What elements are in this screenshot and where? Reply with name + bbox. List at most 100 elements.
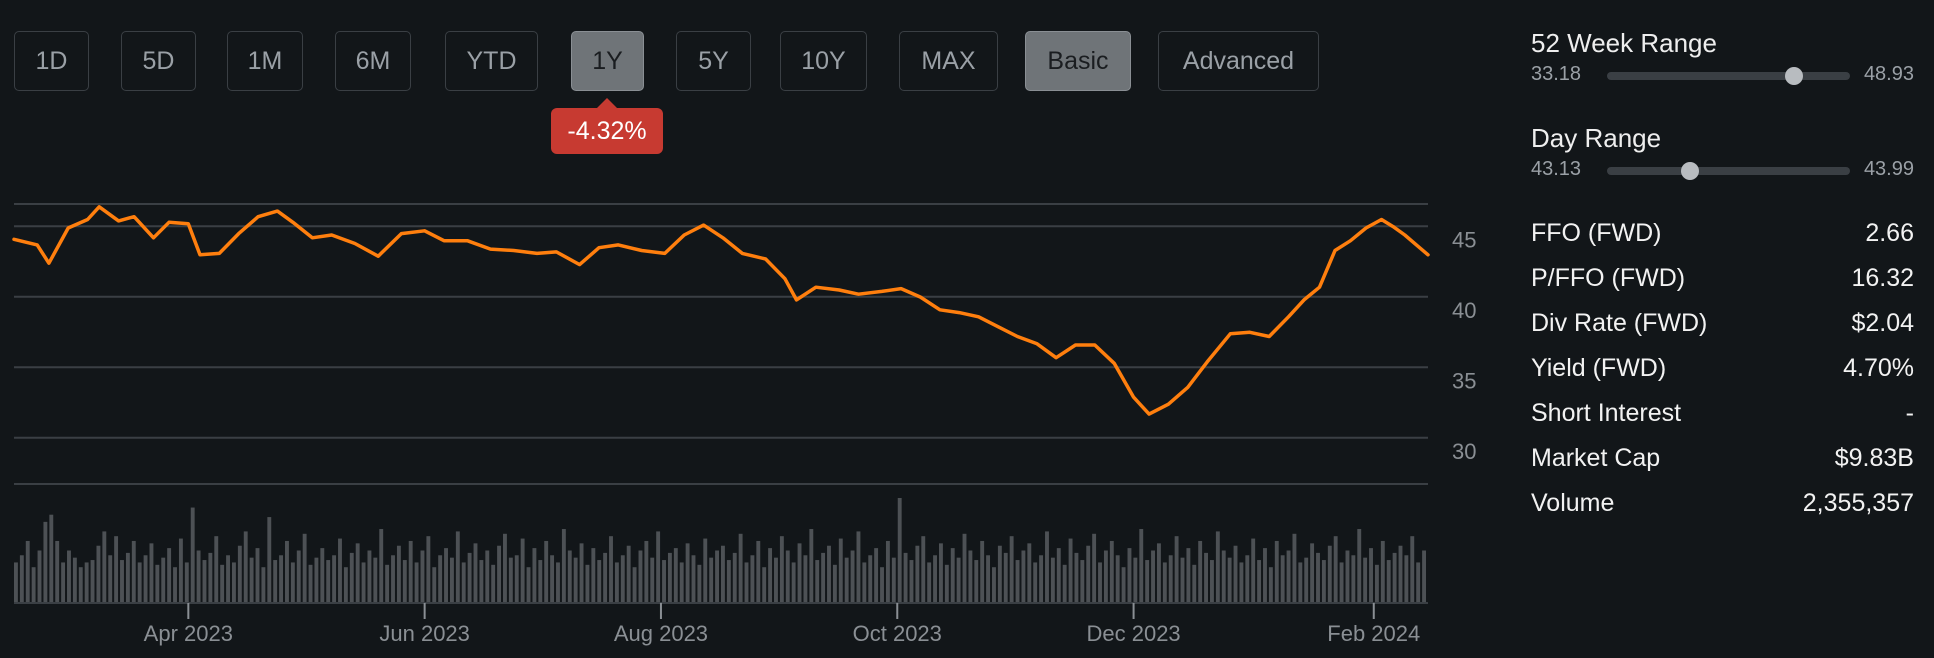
volume-bar (1086, 545, 1091, 603)
stat-label: Market Cap (1531, 444, 1661, 472)
volume-bar (827, 545, 831, 603)
range-button-1d[interactable]: 1D (14, 31, 89, 91)
volume-bar (131, 540, 136, 603)
volume-bar (1186, 548, 1191, 603)
volume-bar (585, 564, 590, 603)
volume-bar (1009, 536, 1014, 603)
volume-bar (1274, 540, 1279, 603)
stat-value: 16.32 (1851, 264, 1914, 292)
volume-bar (55, 540, 60, 603)
volume-bar (1062, 564, 1067, 603)
range-button-5y[interactable]: 5Y (676, 31, 751, 91)
price-chart: 30 35 40 45 Apr 2023 Jun 2023 Aug 2023 Oct 2023… (12, 203, 1476, 646)
change-badge: -4.32% (551, 98, 663, 154)
stat-value: 2.66 (1865, 219, 1914, 247)
range-button-5d[interactable]: 5D (121, 31, 196, 91)
stat-row-volume: Volume 2,355,357 (1531, 489, 1914, 529)
stat-label: P/FFO (FWD) (1531, 264, 1686, 292)
volume-bar (273, 560, 278, 603)
range-button-6m[interactable]: 6M (335, 31, 411, 91)
volume-bar (1280, 555, 1285, 603)
x-tick-label: Jun 2023 (379, 621, 470, 646)
volume-bar (927, 562, 932, 603)
volume-bar (143, 555, 148, 603)
volume-bar (426, 536, 431, 603)
week52-high: 48.93 (1863, 63, 1914, 85)
volume-bar (1027, 543, 1032, 603)
volume-bar (243, 531, 248, 603)
range-button-ytd[interactable]: YTD (445, 31, 538, 91)
volume-bar (986, 555, 991, 603)
volume-bar (1151, 550, 1155, 603)
volume-bar (1121, 567, 1126, 603)
volume-bar (779, 536, 784, 603)
volume-bar (709, 557, 714, 603)
volume-bar (137, 562, 142, 603)
volume-bar (726, 560, 731, 603)
volume-bar (1292, 533, 1297, 603)
basic-mode-button[interactable]: Basic (1025, 31, 1131, 91)
volume-bar (614, 562, 619, 603)
volume-bar (679, 562, 684, 603)
volume-bar (915, 545, 920, 603)
advanced-mode-button[interactable]: Advanced (1158, 31, 1319, 91)
volume-bar (1257, 560, 1262, 603)
volume-bar (815, 560, 820, 603)
volume-bar (261, 567, 266, 603)
volume-bar (856, 531, 861, 603)
day-range-knob (1680, 162, 1699, 180)
volume-bar (61, 562, 66, 603)
volume-bar (1369, 548, 1373, 603)
volume-bar (467, 552, 472, 603)
range-button-1y[interactable]: 1Y (571, 31, 644, 91)
volume-bar (938, 543, 943, 603)
volume-bar (461, 562, 466, 603)
week52-low: 33.18 (1531, 63, 1582, 85)
volume-bar (43, 521, 48, 603)
volume-bar (391, 555, 395, 603)
volume-bar (408, 540, 413, 603)
volume-bar (844, 557, 849, 603)
volume-bar (1115, 555, 1120, 603)
volume-bar (479, 560, 484, 603)
range-button-10y[interactable]: 10Y (780, 31, 867, 91)
volume-bar (438, 555, 443, 603)
volume-bar (1033, 562, 1038, 603)
volume-bar (149, 543, 154, 603)
volume-bar (644, 540, 649, 603)
volume-bar (285, 540, 289, 603)
volume-bar (96, 545, 101, 603)
volume-bar (1198, 540, 1203, 603)
volume-bar (402, 560, 407, 603)
volume-bar (1339, 562, 1344, 603)
volume-bar (178, 538, 183, 603)
volume-bar (1304, 557, 1309, 603)
volume-bar (167, 548, 172, 603)
volume-bar (1227, 557, 1232, 603)
volume-bar (214, 536, 219, 603)
volume-bar (880, 567, 884, 603)
volume-bar (1133, 557, 1138, 603)
range-button-1m[interactable]: 1M (227, 31, 303, 91)
volume-bar (497, 545, 502, 603)
volume-bar (650, 557, 655, 603)
week52-range-knob (1785, 67, 1804, 85)
volume-bar (992, 567, 996, 603)
stat-row-yield: Yield (FWD) 4.70% (1531, 354, 1914, 394)
volume-bar (1109, 540, 1114, 603)
volume-bar (974, 560, 979, 603)
volume-bar (1398, 545, 1403, 603)
volume-bar (721, 545, 725, 603)
volume-bar (414, 562, 419, 603)
volume-bar (120, 560, 124, 603)
volume-bar (367, 550, 372, 603)
volume-bar (267, 517, 272, 603)
volume-bar (526, 567, 531, 603)
volume-bar (90, 560, 95, 603)
volume-bar (997, 545, 1002, 603)
volume-bar (1233, 545, 1238, 603)
volume-bar (791, 562, 796, 603)
volume-bar (161, 557, 166, 603)
range-button-max[interactable]: MAX (899, 31, 998, 91)
volume-bar (821, 552, 826, 603)
